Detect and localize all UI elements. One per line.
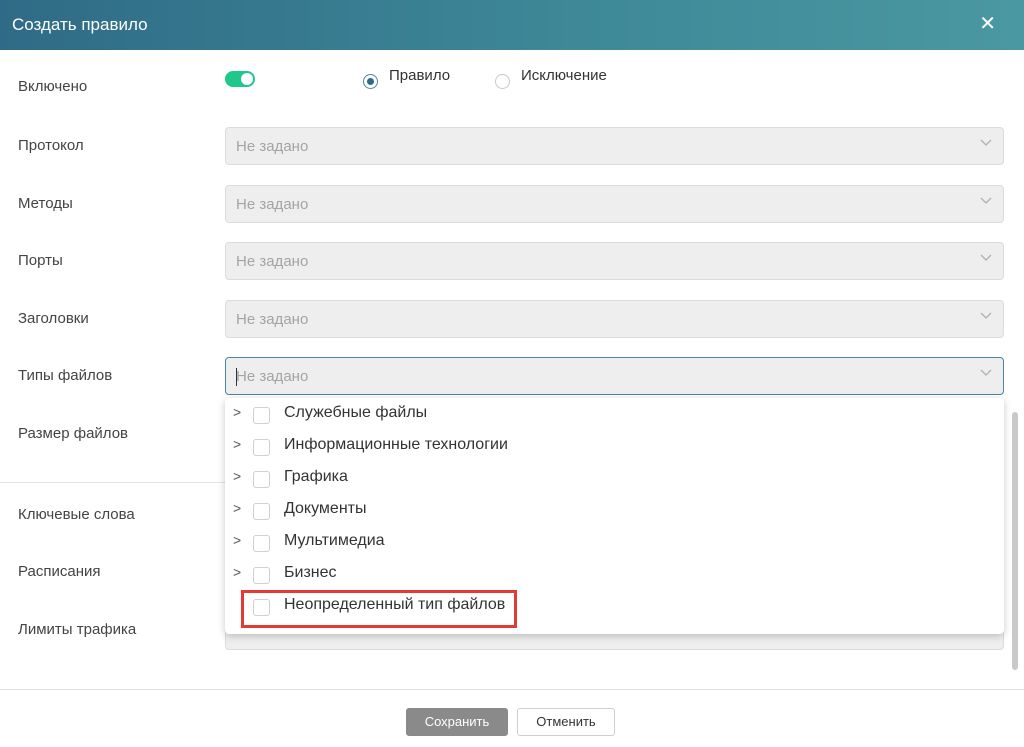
headers-select[interactable]: Не задано — [225, 300, 1004, 338]
file-types-placeholder: Не задано — [236, 368, 309, 385]
chevron-down-icon — [980, 254, 992, 261]
option-label[interactable]: Служебные файлы — [284, 404, 427, 422]
traffic-limits-label: Лимиты трафика — [18, 621, 137, 638]
file-types-label: Типы файлов — [18, 367, 113, 384]
dialog-header: Создать правило ✕ — [0, 0, 1024, 50]
toggle-knob — [241, 73, 253, 85]
option-label[interactable]: Документы — [284, 500, 366, 518]
chevron-down-icon — [980, 369, 992, 376]
option-label[interactable]: Информационные технологии — [284, 436, 508, 454]
chevron-down-icon — [980, 139, 992, 146]
list-item[interactable]: > Документы — [225, 497, 1004, 529]
expand-icon[interactable]: > — [233, 468, 241, 484]
protocol-label: Протокол — [18, 137, 84, 154]
schedules-label: Расписания — [18, 563, 101, 580]
checkbox[interactable] — [253, 503, 270, 520]
ports-select[interactable]: Не задано — [225, 242, 1004, 280]
scrollbar[interactable] — [1012, 412, 1018, 670]
rule-radio-label[interactable]: Правило — [389, 67, 450, 84]
methods-label: Методы — [18, 195, 73, 212]
expand-icon[interactable]: > — [233, 436, 241, 452]
highlight-box — [241, 590, 517, 628]
section-divider — [0, 482, 230, 483]
list-item[interactable]: > Информационные технологии — [225, 433, 1004, 465]
exception-radio-label[interactable]: Исключение — [521, 67, 607, 84]
checkbox[interactable] — [253, 439, 270, 456]
file-types-dropdown: > Служебные файлы > Информационные техно… — [225, 398, 1004, 634]
option-label[interactable]: Бизнес — [284, 564, 337, 582]
list-item[interactable]: > Служебные файлы — [225, 401, 1004, 433]
methods-placeholder: Не задано — [236, 196, 309, 213]
ports-label: Порты — [18, 252, 63, 269]
checkbox[interactable] — [253, 535, 270, 552]
option-label[interactable]: Мультимедиа — [284, 532, 385, 550]
expand-icon[interactable]: > — [233, 564, 241, 580]
expand-icon[interactable]: > — [233, 500, 241, 516]
cancel-button[interactable]: Отменить — [517, 708, 615, 736]
save-button[interactable]: Сохранить — [406, 708, 508, 736]
methods-select[interactable]: Не задано — [225, 185, 1004, 223]
footer-divider — [0, 689, 1024, 690]
option-label[interactable]: Графика — [284, 468, 348, 486]
rule-radio[interactable] — [363, 74, 378, 89]
checkbox[interactable] — [253, 471, 270, 488]
list-item[interactable]: > Бизнес — [225, 561, 1004, 593]
expand-icon[interactable]: > — [233, 532, 241, 548]
close-icon[interactable]: ✕ — [979, 12, 996, 36]
keywords-label: Ключевые слова — [18, 506, 135, 523]
exception-radio[interactable] — [495, 74, 510, 89]
ports-placeholder: Не задано — [236, 253, 309, 270]
dialog-title: Создать правило — [12, 15, 148, 34]
list-item[interactable]: > Мультимедиа — [225, 529, 1004, 561]
headers-label: Заголовки — [18, 310, 89, 327]
checkbox[interactable] — [253, 407, 270, 424]
list-item[interactable]: > Графика — [225, 465, 1004, 497]
expand-icon[interactable]: > — [233, 404, 241, 420]
protocol-select[interactable]: Не задано — [225, 127, 1004, 165]
chevron-down-icon — [980, 197, 992, 204]
protocol-placeholder: Не задано — [236, 138, 309, 155]
chevron-down-icon — [980, 312, 992, 319]
enabled-toggle[interactable] — [225, 71, 255, 87]
headers-placeholder: Не задано — [236, 311, 309, 328]
checkbox[interactable] — [253, 567, 270, 584]
enabled-label: Включено — [18, 78, 88, 95]
file-size-label: Размер файлов — [18, 425, 129, 442]
file-types-select[interactable]: Не задано — [225, 357, 1004, 395]
